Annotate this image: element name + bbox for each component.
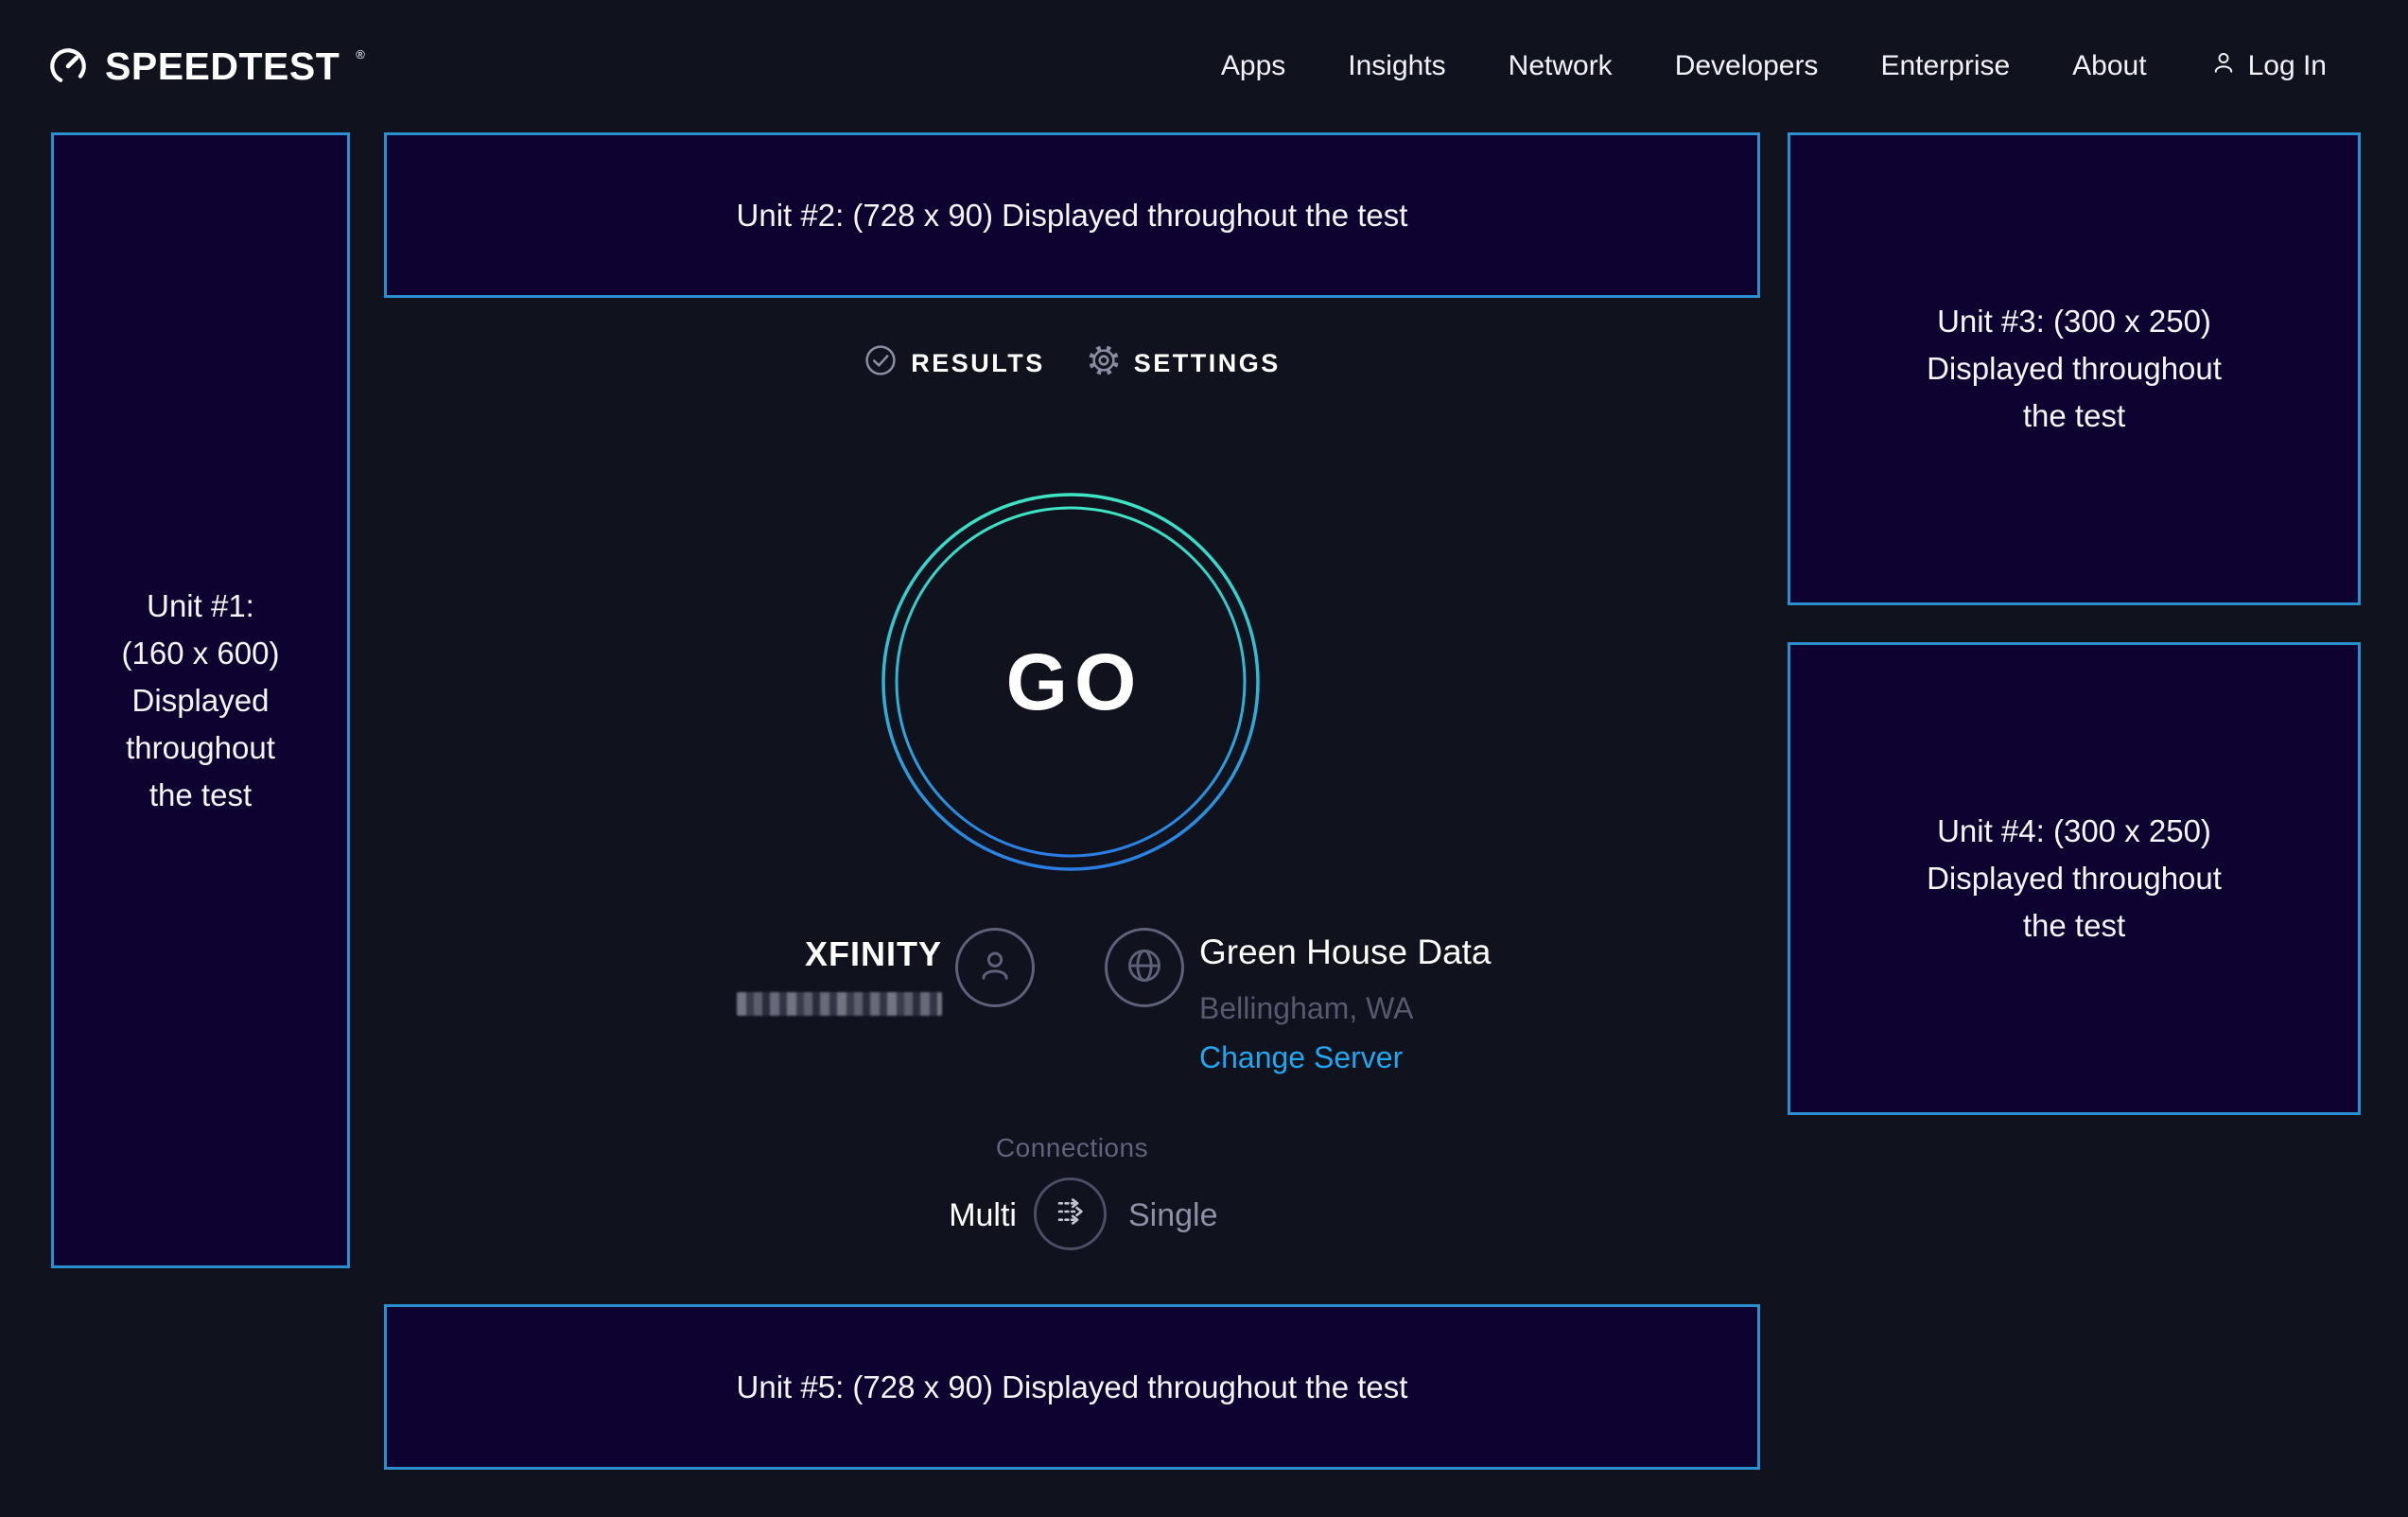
ad-line: Displayed throughout <box>1927 345 2222 392</box>
ad-unit-2: Unit #2: (728 x 90) Displayed throughout… <box>384 132 1760 298</box>
tab-settings-label: SETTINGS <box>1134 349 1281 378</box>
server-name: Green House Data <box>1199 933 1492 972</box>
login-button[interactable]: Log In <box>2209 48 2327 84</box>
login-label: Log In <box>2248 50 2327 82</box>
nav-item-network[interactable]: Network <box>1509 50 1613 82</box>
person-icon <box>2209 48 2238 84</box>
ad-line: Unit #4: (300 x 250) <box>1927 808 2222 855</box>
nav-item-developers[interactable]: Developers <box>1675 50 1819 82</box>
tab-results-label: RESULTS <box>911 349 1045 378</box>
server-location: Bellingham, WA <box>1199 991 1413 1026</box>
isp-name: XFINITY <box>715 934 942 974</box>
tabs-row: RESULTS SETTINGS <box>384 339 1760 388</box>
logo-trademark: ® <box>356 47 365 61</box>
ad-unit-3: Unit #3: (300 x 250) Displayed throughou… <box>1788 132 2361 605</box>
ad-unit-4: Unit #4: (300 x 250) Displayed throughou… <box>1788 642 2361 1115</box>
ad-line: (160 x 600) <box>122 630 280 677</box>
connections-toggle[interactable] <box>1034 1177 1107 1250</box>
tab-results[interactable]: RESULTS <box>864 343 1045 384</box>
go-button-label: GO <box>875 486 1266 878</box>
ad-line: throughout <box>122 724 280 772</box>
tab-settings[interactable]: SETTINGS <box>1087 343 1281 384</box>
ad-unit-3-text: Unit #3: (300 x 250) Displayed throughou… <box>1927 298 2222 440</box>
nav-item-apps[interactable]: Apps <box>1221 50 1285 82</box>
ad-unit-1: Unit #1: (160 x 600) Displayed throughou… <box>51 132 350 1268</box>
ad-line: Unit #1: <box>122 583 280 630</box>
ad-unit-5-text: Unit #5: (728 x 90) Displayed throughout… <box>737 1364 1408 1411</box>
nav-item-enterprise[interactable]: Enterprise <box>1880 50 2010 82</box>
ad-line: Displayed throughout <box>1927 855 2222 902</box>
go-button[interactable]: GO <box>875 486 1266 878</box>
ad-line: Displayed <box>122 677 280 724</box>
logo-text: SPEEDTEST <box>105 44 340 89</box>
multi-connection-icon <box>1048 1189 1093 1239</box>
top-nav-bar: SPEEDTEST ® Apps Insights Network Develo… <box>0 0 2408 132</box>
change-server-link[interactable]: Change Server <box>1199 1040 1403 1075</box>
globe-icon <box>1123 944 1166 992</box>
isp-avatar <box>955 928 1035 1007</box>
speedtest-page: SPEEDTEST ® Apps Insights Network Develo… <box>0 0 2408 1517</box>
speedometer-icon <box>46 44 90 88</box>
ad-unit-4-text: Unit #4: (300 x 250) Displayed throughou… <box>1927 808 2222 950</box>
user-icon <box>973 944 1017 992</box>
check-circle-icon <box>864 343 898 384</box>
ad-unit-5: Unit #5: (728 x 90) Displayed throughout… <box>384 1304 1760 1470</box>
ad-line: the test <box>1927 392 2222 440</box>
ad-line: Unit #3: (300 x 250) <box>1927 298 2222 345</box>
ad-line: the test <box>1927 902 2222 950</box>
nav-item-insights[interactable]: Insights <box>1348 50 1445 82</box>
connections-single-option[interactable]: Single <box>1128 1197 1218 1234</box>
speedtest-logo[interactable]: SPEEDTEST ® <box>46 44 365 89</box>
ad-unit-1-text: Unit #1: (160 x 600) Displayed throughou… <box>122 583 280 819</box>
connections-title: Connections <box>384 1133 1760 1163</box>
main-nav: Apps Insights Network Developers Enterpr… <box>1221 48 2327 84</box>
server-avatar <box>1105 928 1184 1007</box>
gear-icon <box>1087 343 1121 384</box>
nav-item-about[interactable]: About <box>2072 50 2146 82</box>
connections-multi-option[interactable]: Multi <box>908 1197 1017 1234</box>
ad-unit-2-text: Unit #2: (728 x 90) Displayed throughout… <box>737 192 1408 239</box>
ip-address-redacted <box>737 992 942 1016</box>
ad-line: the test <box>122 772 280 819</box>
